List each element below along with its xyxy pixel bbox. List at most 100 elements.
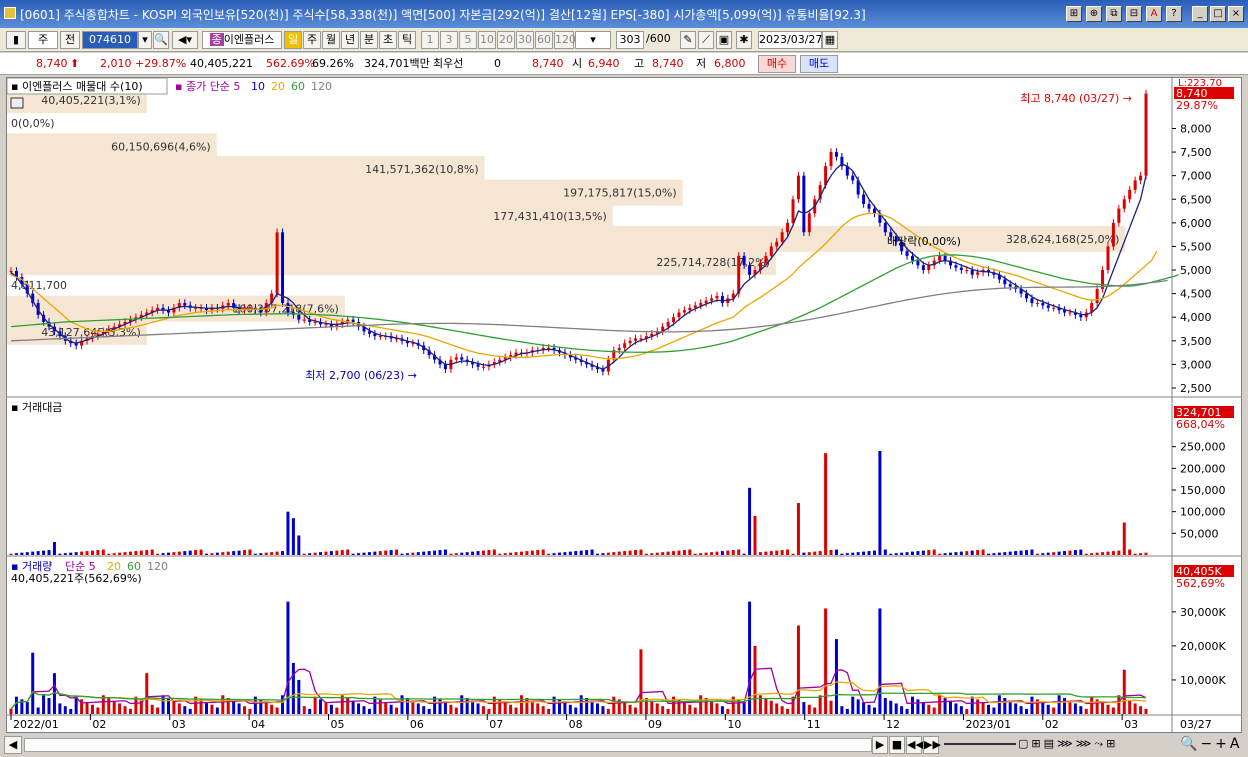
volume-bar xyxy=(1008,700,1012,714)
date-input[interactable]: 2023/03/27 xyxy=(758,31,822,49)
volume-bar xyxy=(764,697,768,714)
candle xyxy=(970,270,974,275)
volume-bar xyxy=(156,707,160,714)
amount-bar xyxy=(183,551,187,555)
settings-icon[interactable]: ✱ xyxy=(736,31,752,49)
volume-bar xyxy=(335,707,339,714)
volume-bar xyxy=(834,639,838,714)
interval-10[interactable]: 10 xyxy=(478,31,496,49)
period-month[interactable]: 월 xyxy=(322,31,340,49)
volume-bar xyxy=(63,706,67,714)
calendar-icon[interactable]: ▦ xyxy=(822,31,838,49)
custom-interval-select[interactable]: ▾ xyxy=(575,31,611,49)
tool-icon[interactable]: ✎ xyxy=(680,31,696,49)
amount-bar xyxy=(650,553,654,555)
period-second[interactable]: 초 xyxy=(379,31,397,49)
forward-icon[interactable]: ▶▶ xyxy=(923,736,941,754)
volume-bar xyxy=(270,704,274,714)
period-week[interactable]: 주 xyxy=(303,31,321,49)
amount-bar xyxy=(628,550,632,555)
sell-button[interactable]: 매도 xyxy=(800,55,838,73)
help-icon[interactable]: ? xyxy=(1166,6,1182,22)
y-tick-label: 6,000 xyxy=(1180,217,1212,230)
zoom-icons[interactable]: 🔍−+A xyxy=(1180,736,1246,752)
scroll-left-icon[interactable]: ◀ xyxy=(4,736,22,754)
candle xyxy=(1041,303,1045,306)
amount-bar xyxy=(623,551,627,555)
amount-bar xyxy=(818,551,822,555)
prev-button[interactable]: 전 xyxy=(60,31,80,49)
volume-bar xyxy=(118,703,122,714)
interval-60[interactable]: 60 xyxy=(535,31,553,49)
speaker-icon[interactable]: ◀▾ xyxy=(172,31,198,49)
amount-bar xyxy=(205,553,209,555)
chart-type-icons[interactable]: ▢⊞▤⋙⋙⤳⊞ xyxy=(1018,737,1178,751)
horizontal-scrollbar[interactable] xyxy=(24,738,872,752)
play-icon[interactable]: ▶ xyxy=(872,736,888,754)
lock-icon[interactable]: ▮ xyxy=(6,31,26,49)
link-icon[interactable]: ⊕ xyxy=(1086,6,1102,22)
volume-bar xyxy=(981,702,985,714)
amount-bar xyxy=(498,553,502,555)
interval-3[interactable]: 3 xyxy=(440,31,458,49)
volume-bar xyxy=(530,700,534,714)
amount-bar xyxy=(813,551,817,555)
interval-120[interactable]: 120 xyxy=(554,31,576,49)
candle xyxy=(324,324,328,326)
amount-bar xyxy=(1079,549,1083,555)
volume-bar xyxy=(596,703,600,714)
interval-30[interactable]: 30 xyxy=(516,31,534,49)
volume-bar xyxy=(172,700,176,714)
volume-bar xyxy=(1003,697,1007,714)
volume-bar xyxy=(324,702,328,714)
period-minute[interactable]: 분 xyxy=(360,31,378,49)
amount-bar xyxy=(775,550,779,555)
amount-bar xyxy=(47,550,51,555)
amount-bar xyxy=(1041,553,1045,555)
save-icon[interactable]: ▣ xyxy=(716,31,732,49)
volume-bar xyxy=(688,704,692,714)
code-input[interactable]: 074610 xyxy=(82,31,138,49)
interval-5[interactable]: 5 xyxy=(459,31,477,49)
amount-bar xyxy=(965,551,969,555)
volume-bar xyxy=(682,702,686,714)
count-input[interactable]: 303 xyxy=(616,31,644,49)
quote-bar: 8,740 ⬆ 2,010 +29.87% 40,405,221 562.69%… xyxy=(0,53,1248,75)
y-tick-label: 3,500 xyxy=(1180,335,1212,348)
amount-bar xyxy=(606,552,610,555)
close-button[interactable]: × xyxy=(1228,6,1244,22)
stock-name-button[interactable]: 종 이엔플러스 xyxy=(202,31,282,49)
window-icon[interactable]: ⧉ xyxy=(1106,6,1122,22)
rewind-icon[interactable]: ◀◀ xyxy=(906,736,924,754)
volume-bar xyxy=(145,673,149,714)
candle xyxy=(1095,288,1099,304)
volume-bar xyxy=(987,704,991,714)
search-icon[interactable]: 🔍 xyxy=(153,31,169,49)
buy-button[interactable]: 매수 xyxy=(758,55,796,73)
line-tool-icon[interactable]: ⟋ xyxy=(698,31,714,49)
zoom-slider[interactable] xyxy=(944,743,1016,745)
amount-bar xyxy=(384,550,388,555)
volume-bar xyxy=(346,697,350,714)
volume-bar xyxy=(970,696,974,714)
period-select[interactable]: 주 xyxy=(28,31,58,49)
amount-bar xyxy=(715,551,719,555)
interval-1[interactable]: 1 xyxy=(421,31,439,49)
stock-chart[interactable]: 40,405,221(3,1%) 0(0,0%) 60,150,696(4,6%) 1… xyxy=(7,78,1241,732)
pause-icon[interactable]: ■ xyxy=(889,736,905,754)
interval-20[interactable]: 20 xyxy=(497,31,515,49)
period-day[interactable]: 일 xyxy=(284,31,302,49)
minimize-button[interactable]: _ xyxy=(1192,6,1208,22)
candle xyxy=(693,305,697,308)
title-bar: [0601] 주식종합차트 - KOSPI 외국인보유[520(천)] 주식수[… xyxy=(0,0,1248,28)
maximize-button[interactable]: □ xyxy=(1210,6,1226,22)
tile-icon[interactable]: ⊞ xyxy=(1066,6,1082,22)
minimize-panel-icon[interactable]: ⊟ xyxy=(1126,6,1142,22)
amount-bar xyxy=(194,550,198,555)
period-tick[interactable]: 틱 xyxy=(398,31,416,49)
period-year[interactable]: 년 xyxy=(341,31,359,49)
font-icon[interactable]: A xyxy=(1146,6,1162,22)
dropdown-arrow-icon[interactable]: ▾ xyxy=(138,31,152,49)
chart-area[interactable]: 40,405,221(3,1%) 0(0,0%) 60,150,696(4,6%) 1… xyxy=(6,77,1242,733)
volume-bar xyxy=(107,697,111,714)
